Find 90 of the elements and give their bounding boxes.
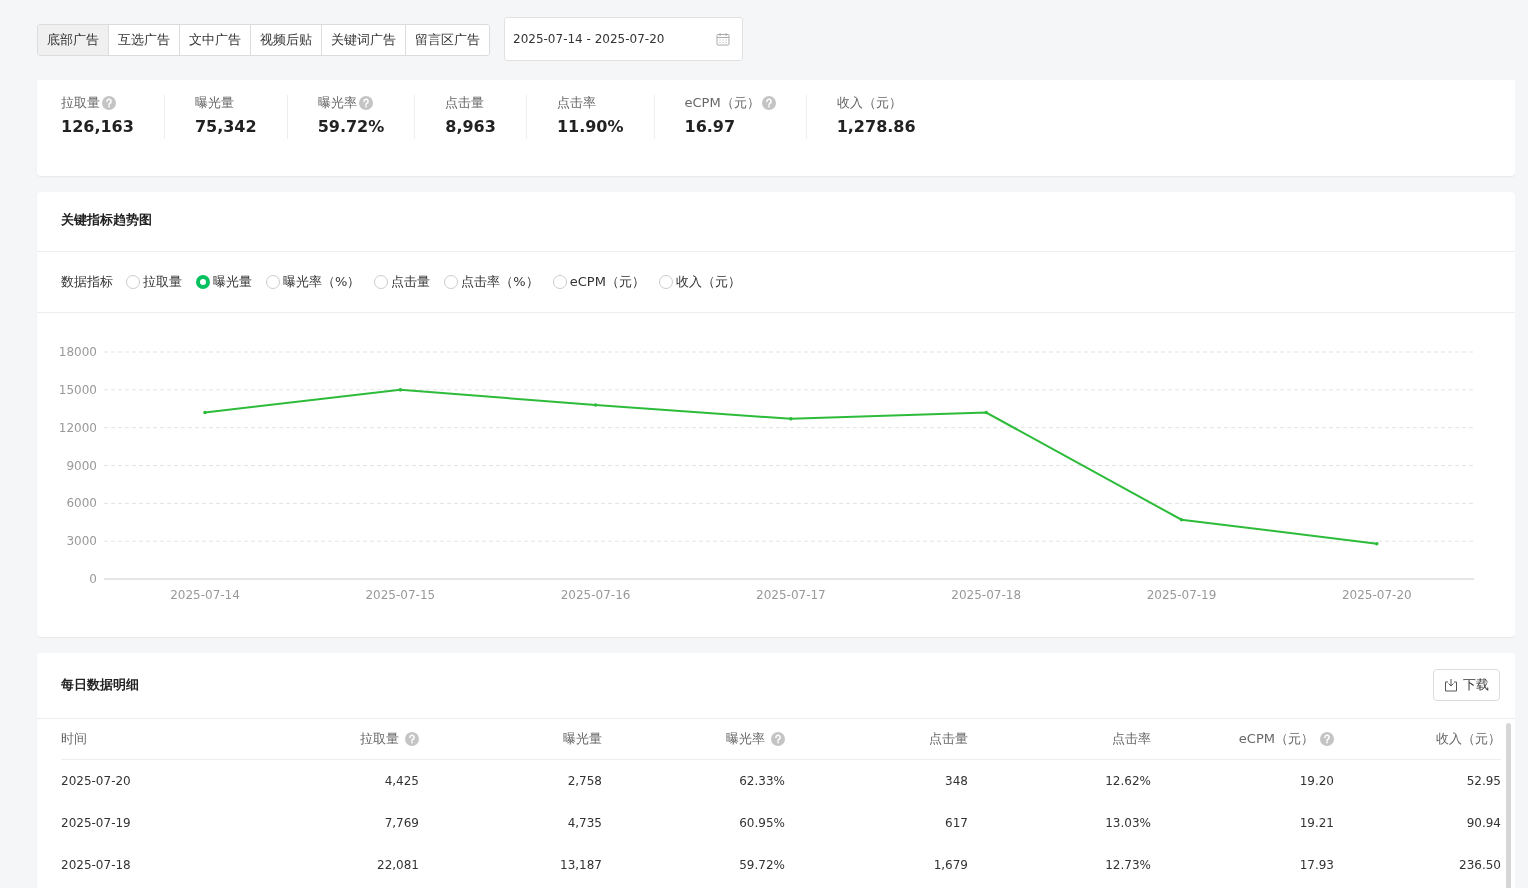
y-axis-label: 6000 [66,495,97,510]
table-cell: 2025-07-19 [61,815,131,830]
metric-radio-option[interactable]: 点击率（%） [444,272,539,291]
data-point [203,410,207,414]
ad-type-tab[interactable]: 留言区广告 [405,25,489,55]
metric-value: 1,278.86 [836,116,916,136]
calendar-icon [716,32,730,46]
y-axis-label: 15000 [58,382,97,397]
data-point [984,410,988,414]
data-point [1375,541,1379,546]
help-icon [358,95,373,110]
table-cell: 617 [945,815,968,830]
table-cell: 17.93 [1299,857,1334,872]
metric-value: 75,342 [194,116,257,136]
metric-selector-label: 数据指标 [61,272,113,291]
metric-radio-option[interactable]: 曝光率（%） [266,272,361,291]
ad-type-tab[interactable]: 底部广告 [38,25,108,55]
data-point [593,402,598,407]
metric-value: 59.72% [317,116,385,136]
data-point [789,416,793,421]
metric-label: 曝光量 [194,93,234,112]
metric-value: 126,163 [61,116,134,136]
scrollbar[interactable] [1506,722,1511,888]
x-axis-label: 2025-07-15 [365,587,436,602]
help-icon [1320,731,1334,746]
data-point [398,387,403,392]
table-cell: 62.33% [739,773,785,788]
y-axis-label: 0 [89,571,97,586]
column-header: 时间 [61,729,87,748]
table-cell: 19.21 [1299,815,1334,830]
y-axis-label: 3000 [66,533,97,548]
metric-value: 16.97 [684,116,737,136]
help-icon [761,95,776,110]
metric-label: 曝光率 [317,93,357,112]
download-icon [1444,678,1458,693]
data-point [1179,517,1184,522]
y-axis-label: 9000 [66,458,97,473]
table-cell: 90.94 [1466,815,1501,830]
metric-label: 拉取量 [61,93,100,112]
table-cell: 59.72% [739,857,785,872]
table-cell: 1,679 [933,857,968,872]
x-axis-label: 2025-07-18 [951,587,1022,602]
metric-value: 11.90% [556,116,624,136]
y-axis-label: 18000 [58,344,97,359]
column-header: 拉取量 [360,729,399,748]
card-title: 关键指标趋势图 [37,191,1515,252]
metric-radio-option[interactable]: 点击量 [374,272,431,291]
y-axis-label: 12000 [58,420,97,435]
x-axis-label: 2025-07-16 [560,587,631,602]
column-header: eCPM（元） [1238,729,1314,748]
x-axis-label: 2025-07-19 [1146,587,1217,602]
metric-radio-option[interactable]: 曝光量 [196,272,252,291]
help-icon [102,95,116,110]
table-cell: 13.03% [1105,815,1151,830]
table-cell: 4,735 [567,815,602,830]
table-cell: 12.62% [1105,773,1151,788]
table-cell: 2,758 [567,773,602,788]
metric-radio-option[interactable]: eCPM（元） [552,272,645,291]
date-range-field[interactable]: 2025-07-14 - 2025-07-20 [504,17,743,61]
help-icon [771,731,785,746]
column-header: 曝光率 [726,729,765,748]
table-cell: 60.95% [739,815,785,830]
column-header: 收入（元） [1436,729,1501,748]
metric-label: 点击率 [556,93,596,112]
table-cell: 13,187 [560,857,602,872]
column-header: 点击量 [929,729,968,748]
table-cell: 2025-07-20 [61,773,131,788]
metric-radio-option[interactable]: 拉取量 [126,272,182,291]
table-cell: 12.73% [1105,857,1151,872]
metric-label: eCPM（元） [684,93,760,112]
metric-label: 点击量 [445,93,485,112]
column-header: 点击率 [1112,729,1151,748]
x-axis-label: 2025-07-20 [1341,587,1412,602]
table-cell: 2025-07-18 [61,857,131,872]
download-button[interactable]: 下载 [1433,669,1500,702]
table-cell: 4,425 [384,773,419,788]
card-title: 每日数据明细 [61,676,139,695]
column-header: 曝光量 [563,729,602,748]
x-axis-label: 2025-07-17 [756,587,826,602]
table-cell: 348 [945,773,968,788]
metric-value: 8,963 [445,116,496,136]
metric-radio-option[interactable]: 收入（元） [658,272,741,291]
table-cell: 22,081 [377,857,419,872]
table-cell: 7,769 [384,815,419,830]
table-cell: 52.95 [1466,773,1501,788]
help-icon [405,731,419,746]
table-cell: 19.20 [1299,773,1334,788]
table-cell: 236.50 [1459,857,1501,872]
x-axis-label: 2025-07-14 [170,587,240,602]
metric-label: 收入（元） [836,93,902,112]
